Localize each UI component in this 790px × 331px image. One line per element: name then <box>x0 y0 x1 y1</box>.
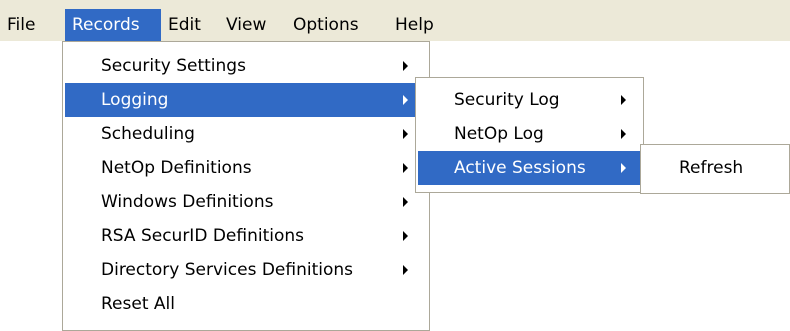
menu-item-label: Security Settings <box>101 56 246 76</box>
menu-item-label: NetOp Definitions <box>101 158 252 178</box>
menu-item-active-sessions[interactable]: Active Sessions <box>418 151 641 185</box>
submenu-arrow-icon <box>621 163 626 173</box>
submenu-arrow-icon <box>403 61 408 71</box>
menu-file[interactable]: File <box>0 9 42 41</box>
submenu-arrow-icon <box>403 265 408 275</box>
menu-help[interactable]: Help <box>388 9 441 41</box>
menu-item-reset-all[interactable]: Reset All <box>65 287 427 321</box>
menu-item-security-log[interactable]: Security Log <box>418 83 641 117</box>
menu-item-security-settings[interactable]: Security Settings <box>65 49 427 83</box>
menu-item-label: Scheduling <box>101 124 195 144</box>
menu-edit[interactable]: Edit <box>161 9 208 41</box>
menu-item-rsa-securid-definitions[interactable]: RSA SecurID Definitions <box>65 219 427 253</box>
menu-item-label: Active Sessions <box>454 158 586 178</box>
logging-submenu: Security Log NetOp Log Active Sessions <box>415 77 644 193</box>
submenu-arrow-icon <box>403 231 408 241</box>
menu-item-label: RSA SecurID Definitions <box>101 226 304 246</box>
menu-options[interactable]: Options <box>286 9 366 41</box>
submenu-arrow-icon <box>621 95 626 105</box>
menu-item-windows-definitions[interactable]: Windows Definitions <box>65 185 427 219</box>
menu-records[interactable]: Records <box>65 9 161 41</box>
submenu-arrow-icon <box>621 129 626 139</box>
menu-item-logging[interactable]: Logging <box>65 83 427 117</box>
records-dropdown: Security Settings Logging Scheduling Net… <box>62 41 430 331</box>
submenu-arrow-icon <box>403 197 408 207</box>
submenu-arrow-icon <box>403 129 408 139</box>
menu-item-label: Windows Definitions <box>101 192 274 212</box>
menu-item-label: Logging <box>101 90 169 110</box>
menu-item-netop-log[interactable]: NetOp Log <box>418 117 641 151</box>
menu-bar: File Records Edit View Options Help <box>0 0 790 41</box>
active-sessions-submenu: Refresh <box>640 144 790 194</box>
menu-item-refresh[interactable]: Refresh <box>643 151 787 185</box>
menu-item-scheduling[interactable]: Scheduling <box>65 117 427 151</box>
menu-item-netop-definitions[interactable]: NetOp Definitions <box>65 151 427 185</box>
submenu-arrow-icon <box>403 163 408 173</box>
menu-item-label: Directory Services Definitions <box>101 260 354 280</box>
submenu-arrow-icon <box>403 95 408 105</box>
menu-item-label: Security Log <box>454 90 560 110</box>
menu-item-label: NetOp Log <box>454 124 544 144</box>
menu-item-label: Reset All <box>101 294 175 314</box>
menu-item-label: Refresh <box>679 158 744 178</box>
menu-item-directory-services-definitions[interactable]: Directory Services Definitions <box>65 253 427 287</box>
menu-view[interactable]: View <box>219 9 273 41</box>
